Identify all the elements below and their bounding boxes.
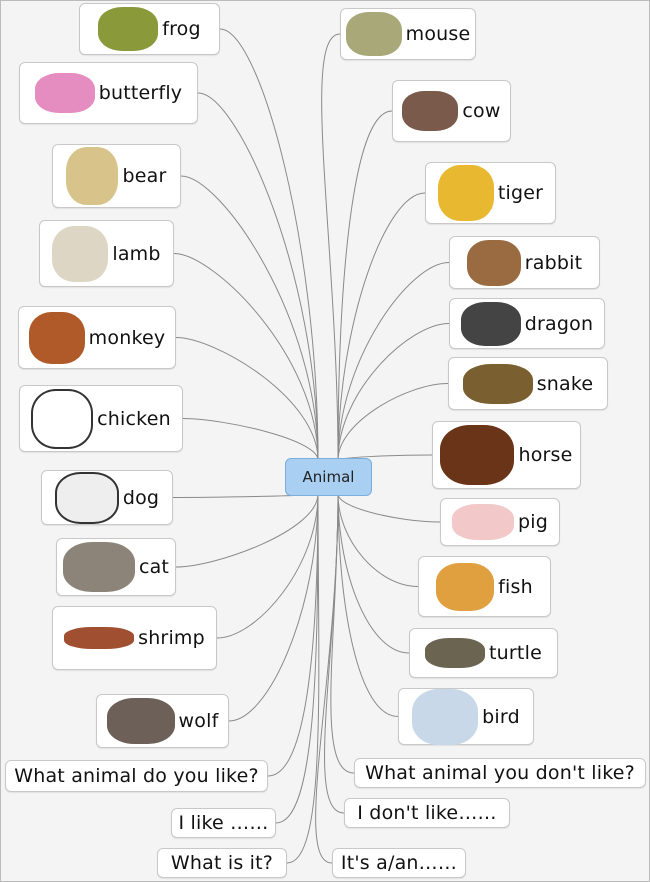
node-cat[interactable]: cat xyxy=(56,538,176,596)
node-label: fish xyxy=(498,575,533,598)
connector-line xyxy=(337,192,426,461)
node-label: I like …… xyxy=(178,812,269,834)
node-monkey[interactable]: monkey xyxy=(18,306,176,369)
connector-line xyxy=(175,493,319,568)
pig-image xyxy=(452,504,514,540)
lamb-image xyxy=(52,225,109,282)
node-label: cat xyxy=(138,556,170,578)
node-i-like[interactable]: I like …… xyxy=(171,808,276,838)
snake-image xyxy=(462,363,533,404)
node-turtle[interactable]: turtle xyxy=(409,628,558,678)
node-label: snake xyxy=(536,372,594,395)
node-butterfly[interactable]: butterfly xyxy=(19,62,198,124)
node-what-animal-you-don-t-like[interactable]: What animal you don't like? xyxy=(354,758,646,788)
node-lamb[interactable]: lamb xyxy=(39,220,174,287)
butterfly-image xyxy=(34,73,95,113)
connector-line xyxy=(330,493,355,774)
node-label: rabbit xyxy=(524,251,583,274)
node-wolf[interactable]: wolf xyxy=(96,694,229,748)
node-label: frog xyxy=(162,18,201,40)
center-label: Animal xyxy=(302,468,355,486)
node-label: pig xyxy=(518,511,548,533)
rabbit-image xyxy=(466,239,521,286)
dragon-image xyxy=(460,301,521,346)
node-snake[interactable]: snake xyxy=(448,357,608,410)
node-label: mouse xyxy=(405,23,471,45)
node-i-don-t-like[interactable]: I don't like…… xyxy=(344,798,510,828)
node-label: turtle xyxy=(489,642,542,664)
node-rabbit[interactable]: rabbit xyxy=(449,236,600,289)
connector-line xyxy=(180,175,319,461)
connector-line xyxy=(321,33,341,461)
node-chicken[interactable]: chicken xyxy=(19,385,183,452)
node-what-is-it[interactable]: What is it? xyxy=(157,848,287,878)
node-label: wolf xyxy=(178,710,219,732)
node-frog[interactable]: frog xyxy=(79,3,220,55)
teddy-bear-image xyxy=(66,147,119,205)
connector-line xyxy=(337,493,419,587)
chicken-image xyxy=(31,388,94,449)
node-mouse[interactable]: mouse xyxy=(340,8,476,60)
node-label: lamb xyxy=(112,242,161,265)
node-label: shrimp xyxy=(138,627,205,649)
node-fish[interactable]: fish xyxy=(418,556,551,617)
node-label: tiger xyxy=(497,182,544,204)
turtle-image xyxy=(425,638,486,668)
node-label: dog xyxy=(122,486,160,509)
node-label: What is it? xyxy=(170,852,274,874)
connector-line xyxy=(337,493,441,523)
node-bird[interactable]: bird xyxy=(398,688,534,745)
node-it-s-a-an[interactable]: It's a/an…… xyxy=(332,848,466,878)
node-label: monkey xyxy=(88,326,166,349)
horse-image xyxy=(440,425,515,485)
monkey-image xyxy=(28,311,85,364)
node-dragon[interactable]: dragon xyxy=(449,298,605,349)
node-label: butterfly xyxy=(98,82,183,104)
fish-image xyxy=(436,562,495,611)
node-label: It's a/an…… xyxy=(340,852,458,874)
connector-line xyxy=(182,418,319,461)
tiger-image xyxy=(437,165,494,221)
bird-image xyxy=(412,688,479,745)
node-dog[interactable]: dog xyxy=(41,470,173,525)
node-label: What animal do you like? xyxy=(14,765,259,787)
node-label: bear xyxy=(122,165,167,187)
connector-line xyxy=(228,493,319,722)
node-tiger[interactable]: tiger xyxy=(425,162,556,224)
node-label: chicken xyxy=(97,407,171,430)
node-label: horse xyxy=(518,444,573,466)
center-node-animal[interactable]: Animal xyxy=(285,458,372,496)
connector-line xyxy=(337,493,399,717)
node-bear[interactable]: bear xyxy=(52,144,181,208)
node-label: dragon xyxy=(524,312,594,335)
cat-image xyxy=(62,542,135,592)
shrimp-image xyxy=(64,627,135,649)
node-what-animal-do-you-like[interactable]: What animal do you like? xyxy=(5,760,268,792)
node-label: What animal you don't like? xyxy=(365,762,635,784)
wolves-image xyxy=(106,698,175,744)
node-pig[interactable]: pig xyxy=(440,498,560,546)
connector-line xyxy=(337,110,393,461)
node-label: cow xyxy=(462,100,501,122)
dalmatian-dog-image xyxy=(54,471,119,524)
node-shrimp[interactable]: shrimp xyxy=(52,606,217,670)
node-horse[interactable]: horse xyxy=(432,421,581,489)
connector-line xyxy=(197,92,319,461)
mouse-image xyxy=(345,12,402,56)
node-label: bird xyxy=(482,705,520,728)
cow-image xyxy=(402,91,459,131)
connector-line xyxy=(219,28,319,461)
frog-image xyxy=(98,7,159,51)
connector-line xyxy=(216,493,319,639)
node-cow[interactable]: cow xyxy=(392,80,511,142)
node-label: I don't like…… xyxy=(357,802,497,824)
